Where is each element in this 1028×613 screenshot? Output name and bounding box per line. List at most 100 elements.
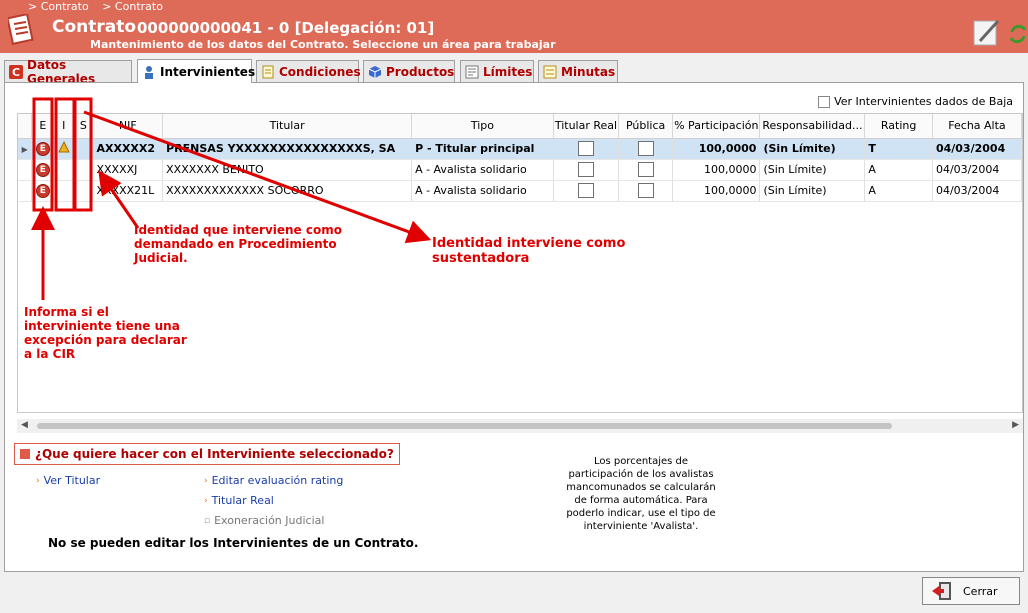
- tab-label: Productos: [386, 64, 455, 79]
- annotation-sustentadora: Identidad interviene como sustentadora: [432, 236, 626, 266]
- editar-rating-label: Editar evaluación rating: [211, 474, 344, 487]
- rating-cell: A: [864, 159, 933, 181]
- page-subtitle: Mantenimiento de los datos del Contrato.…: [90, 38, 556, 51]
- tab-condiciones[interactable]: Condiciones: [256, 60, 361, 82]
- row-pointer-header: [18, 114, 33, 139]
- minutes-icon: [543, 65, 557, 79]
- titular-cell: PRENSAS YXXXXXXXXXXXXXXXS, SA: [162, 138, 413, 160]
- breadcrumb-item[interactable]: > Contrato: [28, 0, 89, 13]
- breadcrumb: > Contrato > Contrato: [28, 0, 173, 13]
- publica-checkbox[interactable]: [637, 162, 654, 177]
- s-cell: [73, 159, 94, 181]
- tab-label: Límites: [483, 64, 533, 79]
- responsabilidad-cell: (Sin Límite): [759, 138, 866, 160]
- contract-code: 000000000041 - 0 [Delegación: 01]: [137, 19, 435, 37]
- tab-datos-generales[interactable]: C Datos Generales: [4, 58, 132, 86]
- responsabilidad-cell: (Sin Límite): [759, 159, 866, 181]
- titular-real-checkbox[interactable]: [577, 141, 594, 156]
- rating-cell: T: [864, 138, 933, 160]
- e-cell: E: [31, 180, 55, 202]
- tipo-cell: A - Avalista solidario: [411, 180, 554, 202]
- column-header-s[interactable]: S: [73, 114, 94, 139]
- contract-c-icon: C: [9, 64, 23, 79]
- publica-checkbox[interactable]: [637, 141, 654, 156]
- actions-header: ¿Que quiere hacer con el Interviniente s…: [14, 443, 400, 465]
- scroll-right-arrow-icon[interactable]: ▶: [1012, 420, 1019, 430]
- column-header-rating[interactable]: Rating: [864, 114, 933, 139]
- disabled-bullet-icon: ▫: [204, 515, 211, 526]
- tab-productos[interactable]: Productos: [363, 60, 455, 82]
- excepcion-cir-icon: E: [35, 163, 50, 177]
- breadcrumb-item[interactable]: > Contrato: [102, 0, 163, 13]
- ver-titular-link[interactable]: › Ver Titular: [36, 474, 100, 487]
- titular-real-cell: [553, 180, 620, 202]
- column-header-i[interactable]: I: [53, 114, 75, 139]
- tab-minutas[interactable]: Minutas: [538, 60, 618, 82]
- bullet-icon: ›: [204, 495, 208, 506]
- row-pointer: ▶: [18, 138, 33, 160]
- titular-cell: XXXXXXXXXXXXX SOCORRO: [162, 180, 413, 202]
- scrollbar-thumb[interactable]: [37, 423, 892, 429]
- expand-square-icon: [20, 449, 30, 459]
- fecha-alta-cell: 04/03/2004: [932, 180, 1023, 202]
- tab-label: Minutas: [561, 64, 616, 79]
- editar-rating-link[interactable]: › Editar evaluación rating: [204, 474, 343, 487]
- column-header-e[interactable]: E: [31, 114, 55, 139]
- i-cell: [53, 159, 75, 181]
- column-header-participacion[interactable]: % Participación: [672, 114, 761, 139]
- column-header-tipo[interactable]: Tipo: [411, 114, 554, 139]
- column-header-titular[interactable]: Titular: [162, 114, 413, 139]
- ver-baja-filter[interactable]: Ver Intervinientes dados de Baja: [818, 95, 1013, 108]
- document-icon: [261, 65, 275, 79]
- bullet-icon: ›: [204, 475, 208, 486]
- scroll-left-arrow-icon[interactable]: ◀: [21, 420, 28, 430]
- excepcion-cir-icon: E: [35, 184, 50, 198]
- tab-limites[interactable]: Límites: [460, 60, 534, 82]
- column-header-responsabilidad[interactable]: Responsabilidad...: [759, 114, 866, 139]
- table-row[interactable]: ▶ E AXXXXX2 PRENSAS YXXXXXXXXXXXXXXXS, S…: [18, 138, 1023, 160]
- ver-baja-checkbox[interactable]: [818, 95, 831, 108]
- contract-document-icon: [8, 14, 34, 45]
- rating-cell: A: [864, 180, 933, 202]
- titular-real-link[interactable]: › Titular Real: [204, 494, 274, 507]
- publica-checkbox[interactable]: [637, 183, 654, 198]
- s-cell: [73, 180, 94, 202]
- table-row[interactable]: E XXXXXJ XXXXXXX BENITO A - Avalista sol…: [18, 159, 1023, 181]
- row-pointer: [18, 180, 33, 202]
- column-header-titular-real[interactable]: Titular Real: [553, 114, 620, 139]
- i-cell: [53, 180, 75, 202]
- refresh-icon[interactable]: [1008, 22, 1028, 46]
- i-cell: [53, 138, 75, 160]
- ver-baja-label: Ver Intervinientes dados de Baja: [834, 95, 1013, 108]
- column-header-nif[interactable]: NIF: [92, 114, 164, 139]
- header-bar: > Contrato > Contrato Contrato 000000000…: [0, 0, 1028, 53]
- participacion-cell: 100,0000: [672, 159, 761, 181]
- table-row[interactable]: E XXXXX21L XXXXXXXXXXXXX SOCORRO A - Ava…: [18, 180, 1023, 202]
- close-button[interactable]: Cerrar: [922, 577, 1020, 605]
- titular-real-cell: [553, 138, 620, 160]
- tab-label: Condiciones: [279, 64, 361, 79]
- tipo-cell: P - Titular principal: [411, 138, 554, 160]
- column-header-publica[interactable]: Pública: [618, 114, 674, 139]
- fecha-alta-cell: 04/03/2004: [932, 138, 1023, 160]
- horizontal-scrollbar[interactable]: ◀ ▶: [17, 419, 1023, 433]
- tab-label: Intervinientes: [160, 64, 256, 79]
- edit-pencil-icon[interactable]: [972, 17, 1002, 47]
- e-cell: E: [31, 138, 55, 160]
- bullet-icon: ›: [36, 475, 40, 486]
- titular-real-checkbox[interactable]: [577, 183, 594, 198]
- column-header-fecha-alta[interactable]: Fecha Alta: [932, 114, 1023, 139]
- readonly-warning: No se pueden editar los Intervinientes d…: [48, 536, 419, 550]
- titular-real-checkbox[interactable]: [577, 162, 594, 177]
- nif-cell: XXXXX21L: [92, 180, 164, 202]
- tab-intervinientes[interactable]: Intervinientes: [137, 59, 256, 83]
- tipo-cell: A - Avalista solidario: [411, 159, 554, 181]
- exoneracion-label: Exoneración Judicial: [214, 514, 325, 527]
- page-title: Contrato: [52, 17, 137, 37]
- publica-cell: [618, 159, 674, 181]
- exoneracion-judicial-link: ▫ Exoneración Judicial: [204, 514, 324, 527]
- actions-title-label: ¿Que quiere hacer con el Interviniente s…: [35, 447, 394, 461]
- warning-icon: [57, 141, 70, 153]
- row-pointer: [18, 159, 33, 181]
- nif-cell: AXXXXX2: [92, 138, 164, 160]
